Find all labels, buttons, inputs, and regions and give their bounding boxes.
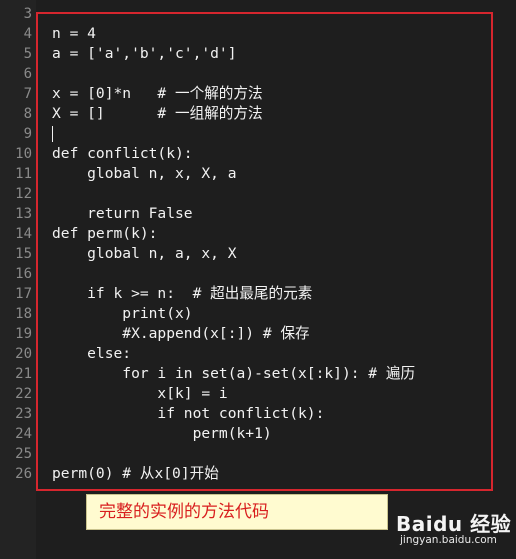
line-number: 16	[15, 266, 32, 282]
line-number: 25	[15, 446, 32, 462]
line-number: 4	[23, 26, 32, 42]
line-number: 13	[15, 206, 32, 222]
line-number: 21	[15, 366, 32, 382]
line-number: 14	[15, 226, 32, 242]
line-number: 8	[23, 106, 32, 122]
line-number: 22	[15, 386, 32, 402]
watermark-logo-text: Baidu 经验	[396, 512, 512, 536]
line-number: 24	[15, 426, 32, 442]
line-number: 23	[15, 406, 32, 422]
line-number: 6	[23, 66, 32, 82]
line-number: 5	[23, 46, 32, 62]
line-number: 15	[15, 246, 32, 262]
highlight-frame	[36, 12, 493, 491]
line-number: 26	[15, 466, 32, 482]
line-number: 7	[23, 86, 32, 102]
line-number: 12	[15, 186, 32, 202]
line-number: 17	[15, 286, 32, 302]
line-number: 11	[15, 166, 32, 182]
caption-box: 完整的实例的方法代码	[86, 494, 388, 530]
watermark-url: jingyan.baidu.com	[400, 534, 497, 546]
line-number: 19	[15, 326, 32, 342]
line-number: 9	[23, 126, 32, 142]
line-number: 10	[15, 146, 32, 162]
baidu-jingyan-watermark: Baidu 经验 jingyan.baidu.com	[396, 508, 512, 554]
line-number: 3	[23, 6, 32, 22]
line-number: 20	[15, 346, 32, 362]
line-number: 18	[15, 306, 32, 322]
